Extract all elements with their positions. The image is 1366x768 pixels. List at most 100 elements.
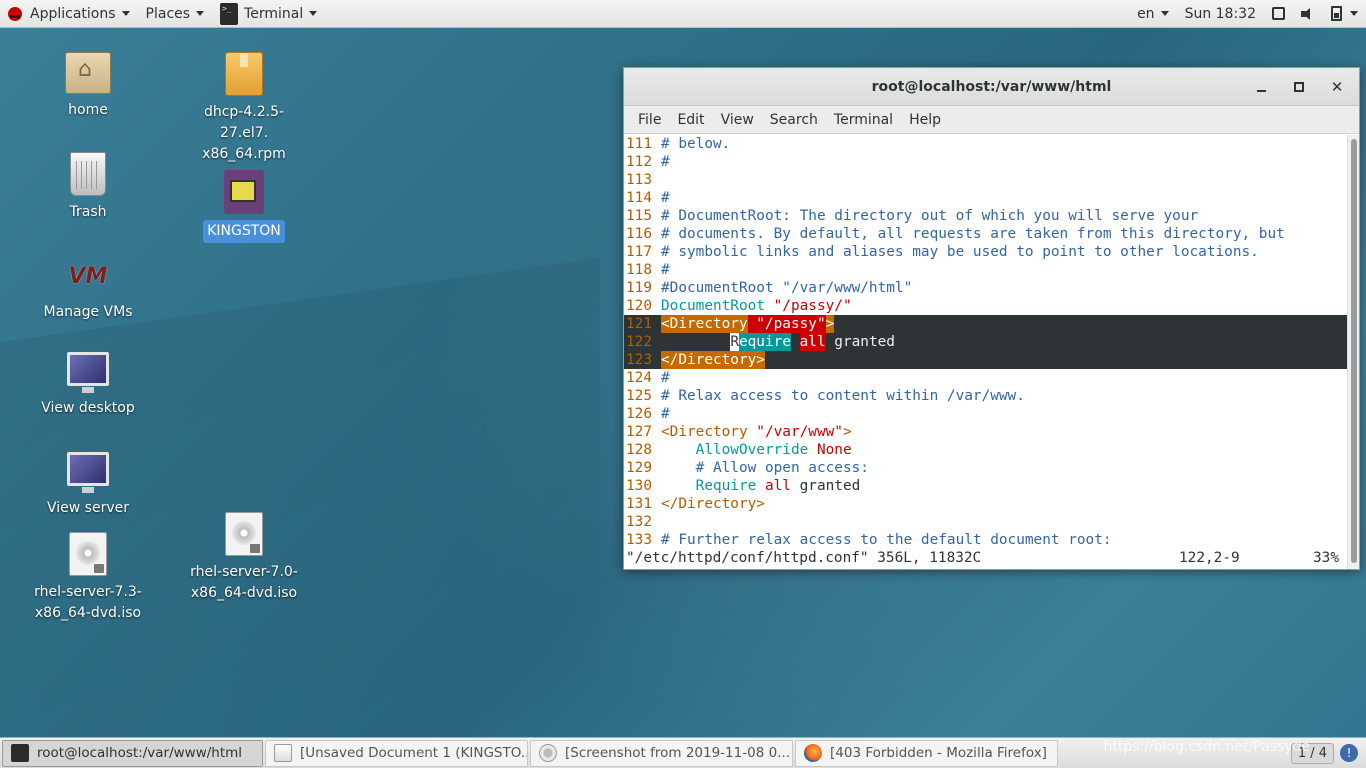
line-number: 122	[626, 334, 652, 350]
top-panel: Applications Places Terminal en Sun 18:3…	[0, 0, 1366, 28]
status-cursor-position: 122,2-9	[1179, 550, 1240, 566]
code-line-highlighted: 121 <Directory "/passy" >	[624, 315, 1347, 333]
desktop-icon-view-desktop[interactable]: View desktop	[23, 352, 153, 419]
desktop-icon-label: x86_64.rpm	[202, 146, 286, 162]
code-line: 119 #DocumentRoot "/var/www/html"	[624, 279, 1347, 297]
desktop-icon-label: View server	[47, 500, 129, 516]
line-text: #	[661, 406, 670, 422]
minimize-button[interactable]	[1247, 75, 1275, 99]
line-text: # below.	[661, 136, 731, 152]
code-line-highlighted: 122 Require all granted	[624, 333, 1347, 351]
menu-edit[interactable]: Edit	[669, 112, 712, 128]
window-overview-icon[interactable]	[1272, 7, 1285, 20]
code-line: 118 #	[624, 261, 1347, 279]
close-button[interactable]: ✕	[1323, 75, 1351, 99]
task-label: [403 Forbidden - Mozilla Firefox]	[830, 745, 1047, 761]
line-text: #	[661, 370, 670, 386]
line-number: 112	[626, 154, 652, 170]
line-number: 123	[626, 352, 652, 368]
close-icon: ✕	[1330, 78, 1344, 96]
line-number: 120	[626, 298, 652, 314]
code-line: 127 <Directory "/var/www" >	[624, 423, 1347, 441]
directory-path: "/passy"	[747, 315, 826, 333]
desktop-icon-label: rhel-server-7.0-	[190, 564, 298, 580]
clock[interactable]: Sun 18:32	[1185, 6, 1256, 22]
terminal-window[interactable]: root@localhost:/var/www/html ✕ File Edit…	[623, 67, 1360, 570]
code-line: 131 </Directory>	[624, 495, 1347, 513]
text-cursor: R	[730, 333, 739, 351]
desktop-icon-label: rhel-server-7.3-	[34, 584, 142, 600]
volume-icon[interactable]	[1301, 7, 1315, 21]
desktop-icon-home[interactable]: home	[23, 52, 153, 121]
directive-operator: all	[799, 333, 826, 351]
directory-tag-close: >	[825, 315, 835, 333]
line-number: 118	[626, 262, 652, 278]
screenshot-icon	[539, 744, 557, 762]
directory-tag: <Directory	[661, 315, 748, 333]
line-text: # symbolic links and aliases may be used…	[661, 244, 1259, 260]
scrollbar[interactable]	[1347, 135, 1359, 569]
desktop-icon-kingston[interactable]: KINGSTON	[179, 170, 309, 243]
menu-view[interactable]: View	[713, 112, 762, 128]
task-terminal[interactable]: root@localhost:/var/www/html	[2, 739, 263, 767]
menu-help[interactable]: Help	[901, 112, 949, 128]
directory-tag: </Directory>	[661, 496, 765, 512]
menu-terminal[interactable]: Terminal	[826, 112, 901, 128]
task-screenshot[interactable]: [Screenshot from 2019-11-08 0...	[530, 739, 793, 767]
desktop-icon-view-server[interactable]: View server	[23, 452, 153, 519]
line-number: 133	[626, 532, 652, 548]
line-number: 132	[626, 514, 652, 530]
code-line: 114 #	[624, 189, 1347, 207]
desktop-icon-rhel70-iso[interactable]: rhel-server-7.0- x86_64-dvd.iso	[179, 512, 309, 604]
desktop-icon-dhcp-rpm[interactable]: dhcp-4.2.5-27.el7. x86_64.rpm	[179, 52, 309, 165]
task-text-editor[interactable]: [Unsaved Document 1 (KINGSTO...	[265, 739, 528, 767]
text-editor-icon	[274, 744, 292, 762]
watermark-text: https://blog.csdn.net/Passyde	[1103, 739, 1310, 755]
task-firefox[interactable]: [403 Forbidden - Mozilla Firefox]	[795, 739, 1058, 767]
desktop-icon-rhel73-iso[interactable]: rhel-server-7.3- x86_64-dvd.iso	[23, 532, 153, 624]
window-titlebar[interactable]: root@localhost:/var/www/html ✕	[624, 68, 1359, 106]
desktop-icon-label: View desktop	[41, 400, 135, 416]
desktop-icon-label: KINGSTON	[203, 220, 285, 243]
scrollbar-thumb[interactable]	[1351, 139, 1357, 563]
menu-file[interactable]: File	[630, 112, 669, 128]
disc-image-icon	[225, 512, 263, 556]
chevron-down-icon[interactable]	[1350, 11, 1358, 16]
status-file-info: "/etc/httpd/conf/httpd.conf" 356L, 11832…	[626, 550, 982, 566]
line-number: 128	[626, 442, 652, 458]
notification-icon[interactable]: !	[1340, 744, 1358, 762]
code-line: 124 #	[624, 369, 1347, 387]
line-number: 124	[626, 370, 652, 386]
desktop-icon-label: x86_64-dvd.iso	[34, 605, 142, 621]
status-scroll-percent: 33%	[1313, 550, 1339, 566]
desktop-icon-label: home	[68, 102, 108, 118]
places-menu[interactable]: Places	[138, 0, 213, 28]
code-line: 113	[624, 171, 1347, 189]
maximize-button[interactable]	[1285, 75, 1313, 99]
line-number: 114	[626, 190, 652, 206]
desktop-icon-trash[interactable]: Trash	[23, 152, 153, 223]
window-title: root@localhost:/var/www/html	[871, 78, 1112, 95]
menu-search[interactable]: Search	[762, 112, 826, 128]
desktop-icon-manage-vms[interactable]: VM Manage VMs	[23, 252, 153, 323]
line-number: 113	[626, 172, 652, 188]
code-line: 116 # documents. By default, all requests…	[624, 225, 1347, 243]
chevron-down-icon	[196, 11, 205, 16]
language-menu[interactable]: en	[1137, 0, 1169, 28]
terminal-app-menu[interactable]: Terminal	[212, 0, 325, 28]
vmm-logo-icon: VM	[68, 264, 108, 289]
directive-value: "/passy/"	[764, 298, 852, 314]
line-text: #	[661, 190, 670, 206]
terminal-content[interactable]: 111 # below. 112 # 113 114 # 115 # DocumentR…	[624, 135, 1347, 569]
applications-menu[interactable]: Applications	[0, 0, 138, 28]
line-text: #DocumentRoot "/var/www/html"	[661, 280, 913, 296]
redhat-logo-icon	[8, 6, 22, 21]
battery-icon[interactable]	[1331, 6, 1342, 21]
directory-path: "/var/www"	[747, 424, 843, 440]
line-number: 119	[626, 280, 652, 296]
usb-drive-icon	[224, 170, 264, 214]
directory-tag: </Directory>	[661, 351, 765, 369]
code-line: 133 # Further relax access to the default…	[624, 531, 1347, 549]
code-line-highlighted: 123 </Directory>	[624, 351, 1347, 369]
